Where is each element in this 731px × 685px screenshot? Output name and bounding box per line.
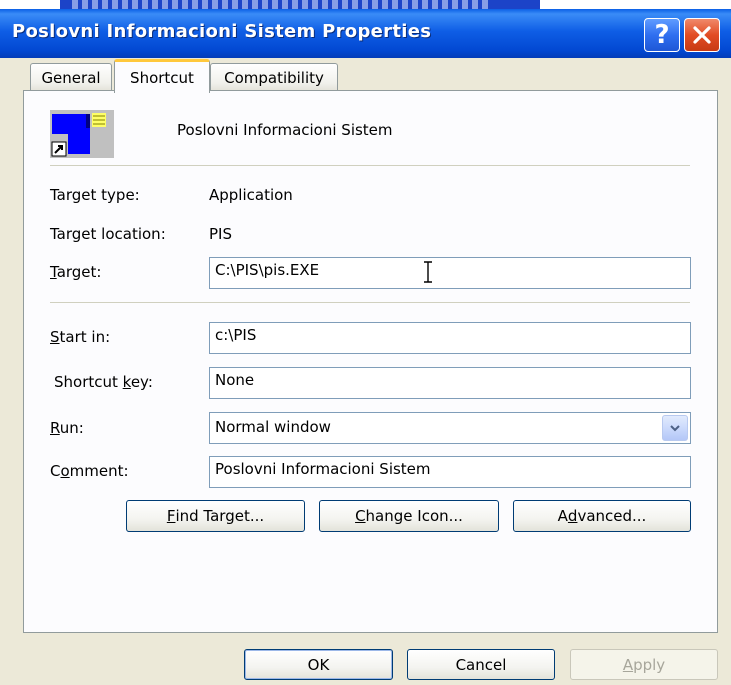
run-dropdown-button[interactable] xyxy=(662,415,688,441)
separator xyxy=(50,165,690,166)
window-title: Poslovni Informacioni Sistem Properties xyxy=(12,21,432,42)
question-mark-icon: ? xyxy=(654,20,670,50)
shortcut-key-input[interactable]: None xyxy=(209,367,691,399)
target-type-label: Target type: xyxy=(50,186,140,204)
title-bar[interactable]: Poslovni Informacioni Sistem Properties … xyxy=(0,9,731,58)
tab-general[interactable]: General xyxy=(30,63,112,91)
run-select-value: Normal window xyxy=(215,418,331,436)
apply-button[interactable]: Apply xyxy=(570,649,718,680)
cancel-button[interactable]: Cancel xyxy=(407,649,555,680)
shortcut-key-input-value: None xyxy=(215,371,255,389)
chevron-down-icon xyxy=(670,425,680,432)
target-input-value: C:\PIS\pis.EXE xyxy=(215,261,320,279)
shortcut-tab-panel xyxy=(23,90,718,633)
ok-button[interactable]: OK xyxy=(244,649,393,680)
tab-shortcut-label: Shortcut xyxy=(130,68,194,87)
tab-compatibility[interactable]: Compatibility xyxy=(210,63,338,91)
target-type-value: Application xyxy=(209,186,293,204)
target-label: Target: xyxy=(50,263,102,281)
start-in-label: Start in: xyxy=(50,328,111,346)
run-label: Run: xyxy=(50,419,84,437)
tab-shortcut[interactable]: Shortcut xyxy=(114,59,210,93)
target-location-value: PIS xyxy=(209,225,232,243)
separator xyxy=(50,302,690,303)
advanced-button[interactable]: Ad vanced... xyxy=(513,500,691,532)
text-cursor-icon xyxy=(424,261,432,283)
comment-input-value: Poslovni Informacioni Sistem xyxy=(215,460,431,478)
background-window-strip xyxy=(60,0,540,9)
properties-dialog: Poslovni Informacioni Sistem Properties … xyxy=(0,0,731,685)
comment-input[interactable]: Poslovni Informacioni Sistem xyxy=(209,456,691,488)
shortcut-key-label: Shortcut key: xyxy=(54,373,153,391)
start-in-input[interactable]: c:\PIS xyxy=(209,322,691,354)
target-location-label: Target location: xyxy=(50,225,166,243)
comment-label: Comment: xyxy=(50,462,129,480)
find-target-button[interactable]: Find Target... xyxy=(126,500,305,532)
close-icon xyxy=(693,26,711,44)
shortcut-name: Poslovni Informacioni Sistem xyxy=(177,121,393,139)
close-button[interactable] xyxy=(684,18,720,52)
tab-compatibility-label: Compatibility xyxy=(224,68,324,87)
target-input[interactable]: C:\PIS\pis.EXE xyxy=(209,257,691,289)
tab-general-label: General xyxy=(41,68,101,87)
run-select[interactable]: Normal window xyxy=(209,412,691,444)
help-button[interactable]: ? xyxy=(644,18,680,52)
change-icon-button[interactable]: Change Icon... xyxy=(319,500,499,532)
start-in-input-value: c:\PIS xyxy=(215,326,257,344)
application-shortcut-icon xyxy=(50,110,114,158)
